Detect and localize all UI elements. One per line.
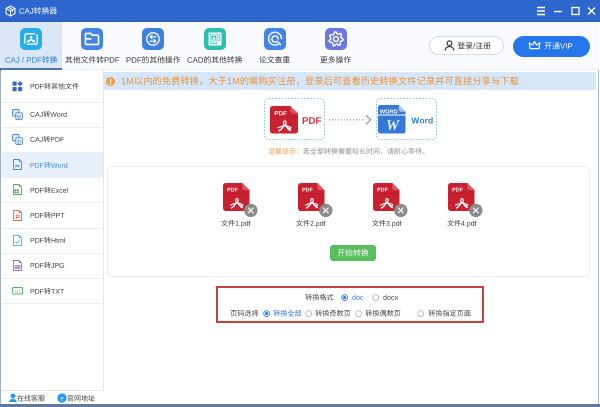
svg-text:TXT: TXT — [14, 290, 20, 294]
svg-text:JPG: JPG — [14, 265, 19, 269]
svg-text:w: w — [15, 114, 21, 120]
